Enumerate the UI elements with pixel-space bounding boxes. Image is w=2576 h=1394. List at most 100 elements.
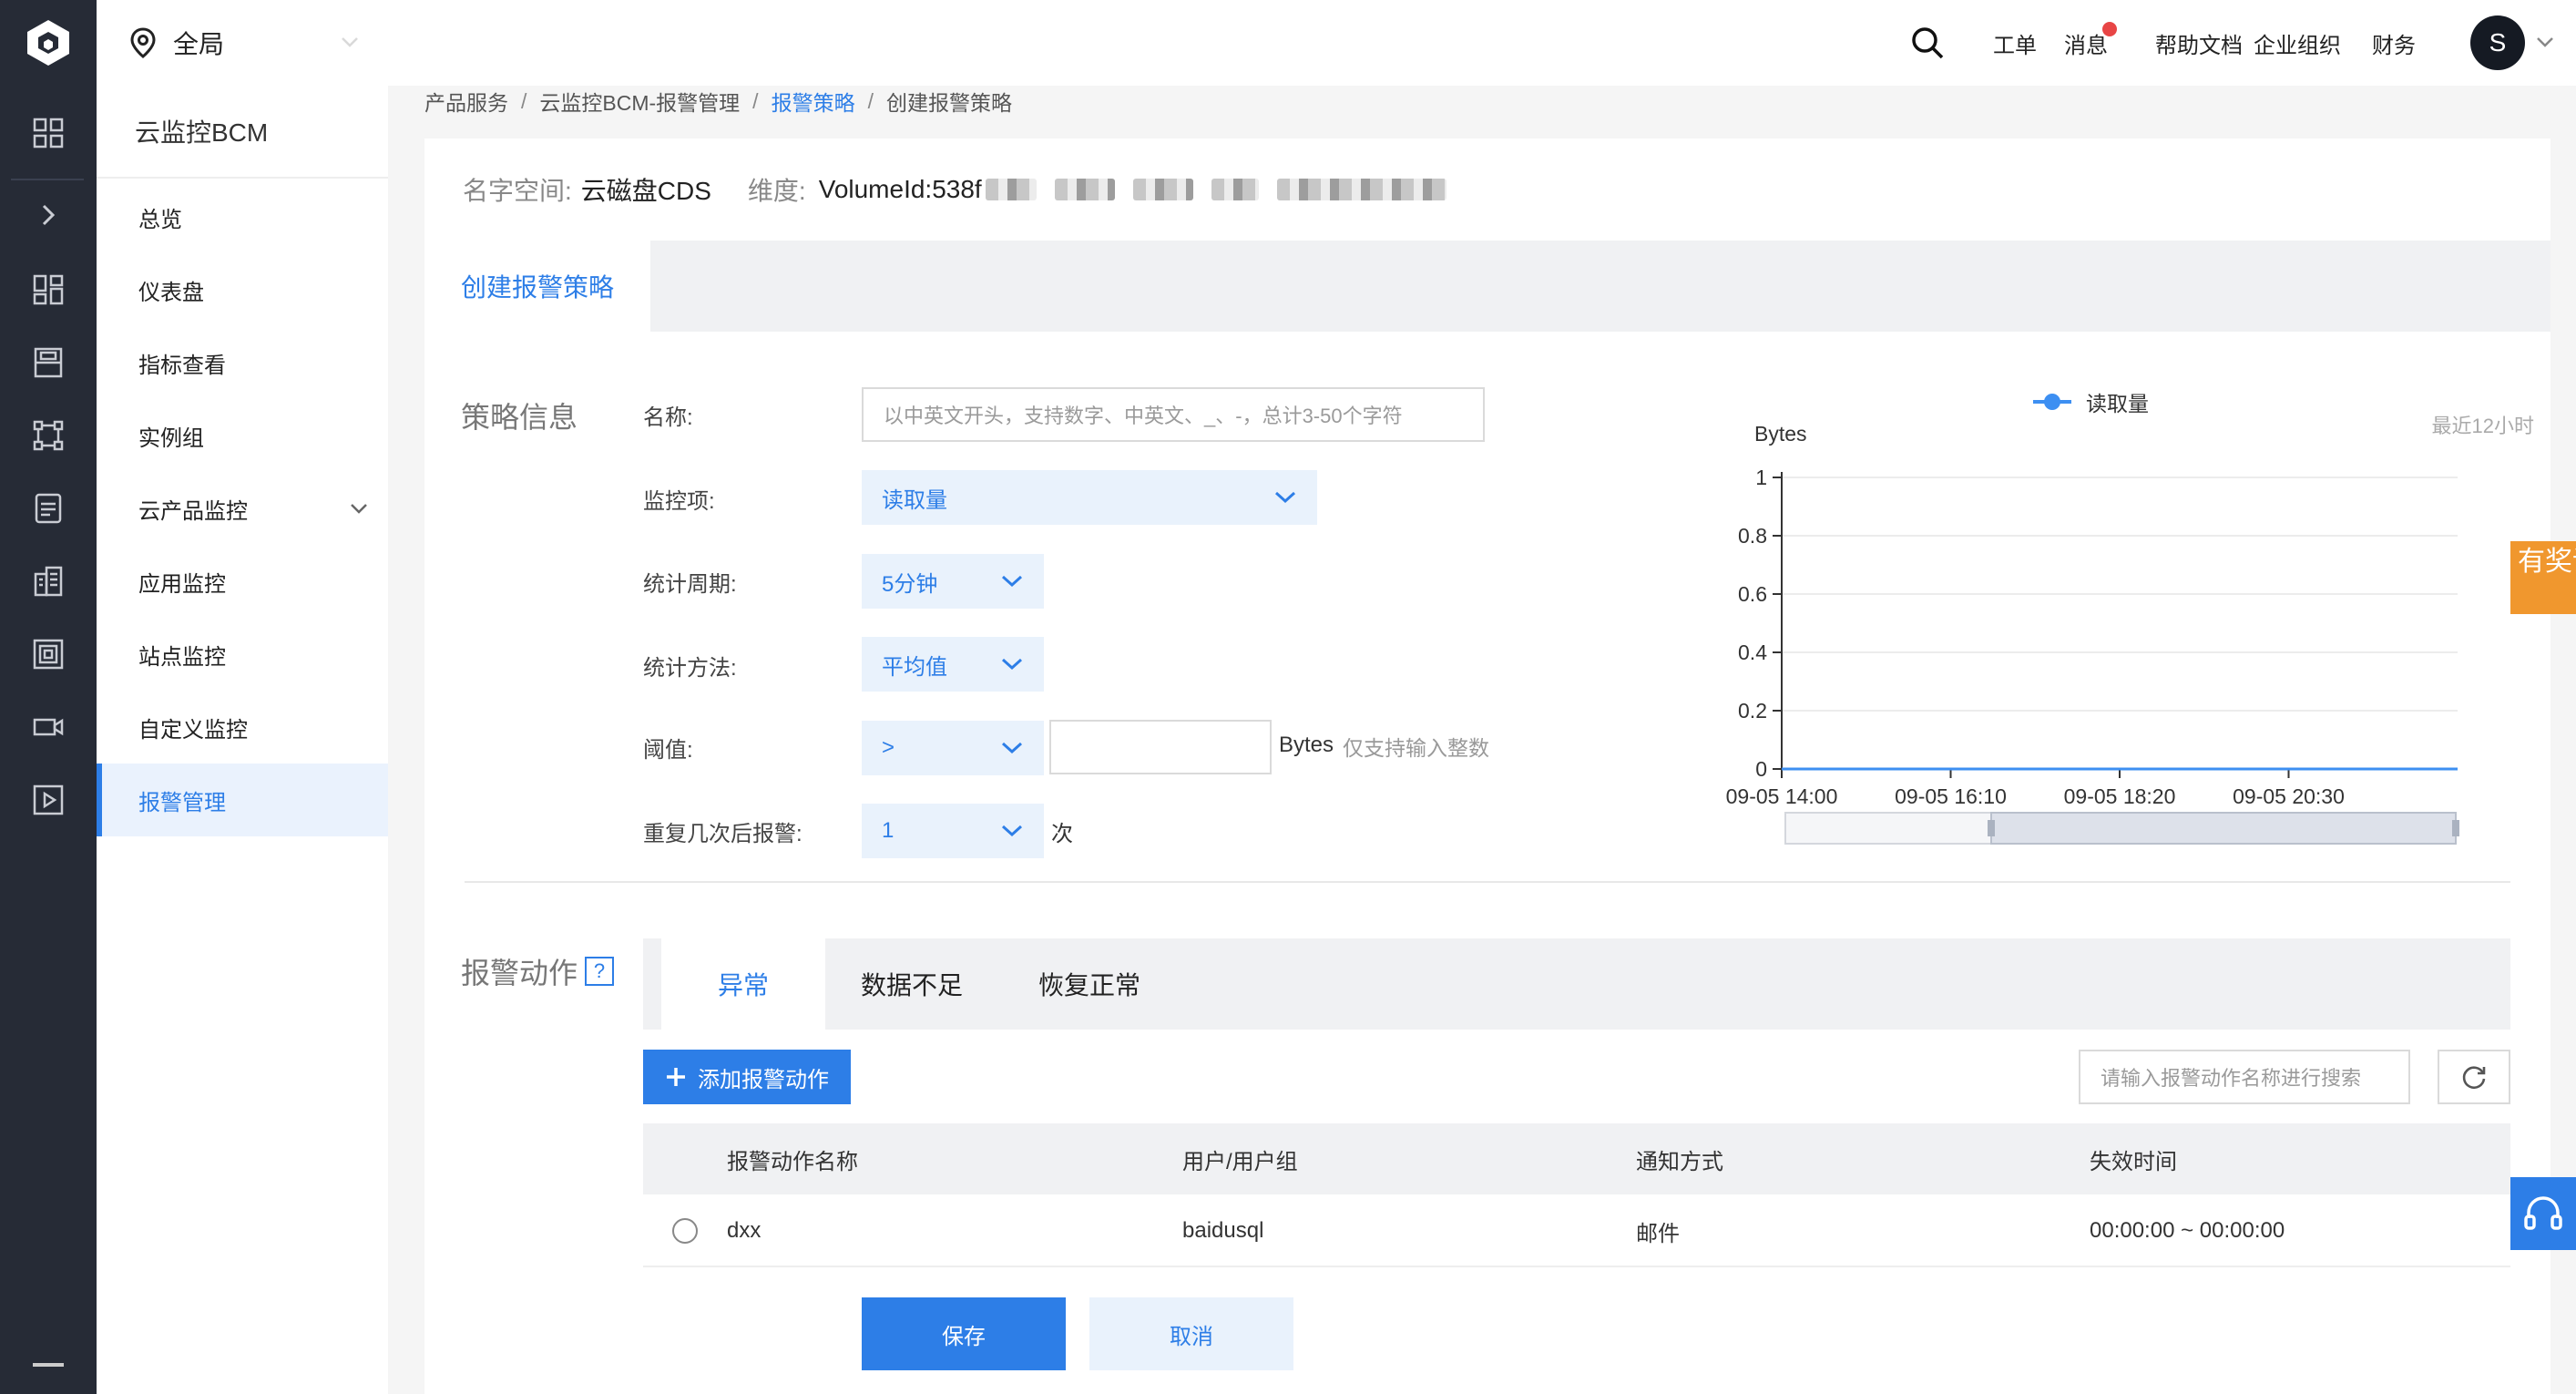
nav-item-label: 报警管理 xyxy=(138,790,226,815)
region-selector[interactable]: 全局 xyxy=(129,0,358,86)
rail-bottom-handle xyxy=(33,1363,64,1367)
redacted-text xyxy=(1211,179,1259,200)
threshold-unit: Bytes xyxy=(1279,733,1334,757)
y-tick-label: 0.4 xyxy=(1738,641,1767,664)
nav-item-metrics[interactable]: 指标查看 xyxy=(97,326,388,399)
instance-info: 名字空间: 云磁盘CDS 维度: VolumeId:538f xyxy=(424,138,2550,241)
chevron-down-icon xyxy=(1001,742,1023,754)
avatar: S xyxy=(2470,15,2525,70)
nav-item-alarm-management[interactable]: 报警管理 xyxy=(97,764,388,836)
nav-item-instance-group[interactable]: 实例组 xyxy=(97,399,388,472)
breadcrumb: 产品服务 / 云监控BCM-报警管理 / 报警策略 / 创建报警策略 xyxy=(424,86,1012,117)
row-radio[interactable] xyxy=(672,1218,698,1244)
metric-chart: 读取量 最近12小时 0 0.2 0.4 0.6 0.8 1 09-05 14:00 09-… xyxy=(1700,377,2538,860)
breadcrumb-item[interactable]: 云监控BCM-报警管理 xyxy=(539,86,740,117)
nav-item-cloud-product[interactable]: 云产品监控 xyxy=(97,472,388,545)
threshold-label: 阈值: xyxy=(643,738,693,763)
threshold-input[interactable] xyxy=(1049,720,1272,774)
table-row[interactable]: dxx baidusql 邮件 00:00:00 ~ 00:00:00 xyxy=(643,1194,2510,1267)
global-rail xyxy=(0,0,97,1394)
metric-label: 监控项: xyxy=(643,489,715,514)
customer-support-button[interactable] xyxy=(2510,1177,2576,1250)
ticket-link[interactable]: 工单 xyxy=(1993,0,2037,86)
storage-icon[interactable] xyxy=(0,335,97,390)
breadcrumb-item[interactable]: 报警策略 xyxy=(772,86,855,117)
breadcrumb-separator: / xyxy=(521,88,527,113)
monitor-frame-icon[interactable] xyxy=(0,627,97,682)
repeat-select[interactable]: 1 xyxy=(862,804,1044,858)
y-tick-label: 0.8 xyxy=(1738,524,1767,548)
help-icon[interactable]: ? xyxy=(585,957,614,986)
nav-item-label: 总览 xyxy=(138,207,182,232)
action-search-input[interactable]: 请输入报警动作名称进行搜索 xyxy=(2079,1050,2410,1104)
breadcrumb-separator: / xyxy=(867,88,874,113)
period-select[interactable]: 5分钟 xyxy=(862,554,1044,609)
zoom-window xyxy=(1990,812,2457,845)
nav-item-site-monitor[interactable]: 站点监控 xyxy=(97,618,388,691)
namespace-label: 名字空间: xyxy=(463,177,572,205)
region-label: 全局 xyxy=(173,30,225,58)
nav-item-overview[interactable]: 总览 xyxy=(97,180,388,253)
nav-item-app-monitor[interactable]: 应用监控 xyxy=(97,545,388,618)
cloud-logo-icon[interactable] xyxy=(18,13,78,73)
tab-create-policy[interactable]: 创建报警策略 xyxy=(424,241,650,332)
x-tick-label: 09-05 20:30 xyxy=(2233,784,2345,808)
tab-insufficient-data[interactable]: 数据不足 xyxy=(825,938,998,1030)
repeat-unit: 次 xyxy=(1051,822,1073,846)
messages-link[interactable]: 消息 xyxy=(2064,0,2117,86)
threshold-operator-select[interactable]: > xyxy=(862,721,1044,775)
expire-cell: 00:00:00 ~ 00:00:00 xyxy=(2090,1218,2285,1243)
rail-divider xyxy=(11,179,84,180)
add-action-button[interactable]: 添加报警动作 xyxy=(643,1050,851,1104)
chart-x-axis: 09-05 14:00 09-05 16:10 09-05 18:20 09-05 2… xyxy=(1726,768,2458,808)
search-icon[interactable] xyxy=(1909,0,1946,86)
threshold-hint: 仅支持输入整数 xyxy=(1343,736,1489,760)
all-products-icon[interactable] xyxy=(0,106,97,160)
chart-zoom-slider xyxy=(1784,812,2459,845)
billing-link[interactable]: 财务 xyxy=(2372,0,2416,86)
name-placeholder: 以中英文开头，支持数字、中英文、_、-，总计3-50个字符 xyxy=(884,405,1403,427)
media-play-icon[interactable] xyxy=(0,773,97,827)
expand-chevron-icon[interactable] xyxy=(0,188,97,242)
period-value: 5分钟 xyxy=(882,571,938,597)
name-label: 名称: xyxy=(643,405,693,430)
nav-item-dashboard[interactable]: 仪表盘 xyxy=(97,253,388,326)
name-input[interactable]: 以中英文开头，支持数字、中英文、_、-，总计3-50个字符 xyxy=(862,387,1485,442)
breadcrumb-current: 创建报警策略 xyxy=(885,91,1012,115)
video-icon[interactable] xyxy=(0,700,97,754)
dashboard-icon[interactable] xyxy=(0,262,97,317)
breadcrumb-item[interactable]: 产品服务 xyxy=(424,86,508,117)
chevron-down-icon xyxy=(342,37,358,47)
building-icon[interactable] xyxy=(0,554,97,609)
chevron-down-icon xyxy=(1001,825,1023,837)
nav-item-label: 仪表盘 xyxy=(138,280,204,305)
column-header: 用户/用户组 xyxy=(1182,1149,1298,1174)
organization-link[interactable]: 企业组织 xyxy=(2254,0,2341,86)
survey-widget[interactable]: 有奖调研 xyxy=(2510,541,2576,614)
notify-cell: 邮件 xyxy=(1636,1221,1680,1246)
search-placeholder: 请输入报警动作名称进行搜索 xyxy=(2101,1067,2362,1090)
chart-y-axis: 0 0.2 0.4 0.6 0.8 1 xyxy=(1738,466,1783,781)
y-tick-label: 1 xyxy=(1755,466,1767,489)
cancel-button[interactable]: 取消 xyxy=(1089,1297,1293,1370)
help-docs-link[interactable]: 帮助文档 xyxy=(2155,0,2243,86)
chevron-down-icon xyxy=(1274,491,1296,504)
nav-title: 云监控BCM xyxy=(97,86,388,179)
metric-select[interactable]: 读取量 xyxy=(862,470,1317,525)
refresh-button[interactable] xyxy=(2438,1050,2510,1104)
action-tabs: 异常 数据不足 恢复正常 xyxy=(643,938,2510,1030)
user-menu[interactable]: S xyxy=(2470,0,2525,86)
network-icon[interactable] xyxy=(0,408,97,463)
nav-item-label: 应用监控 xyxy=(138,571,226,597)
section-divider xyxy=(465,881,2510,883)
user-menu-chevron-icon[interactable] xyxy=(2536,0,2554,86)
method-select[interactable]: 平均值 xyxy=(862,637,1044,692)
database-icon[interactable] xyxy=(0,481,97,536)
tab-recovered[interactable]: 恢复正常 xyxy=(998,938,1181,1030)
nav-item-custom-monitor[interactable]: 自定义监控 xyxy=(97,691,388,764)
save-button[interactable]: 保存 xyxy=(862,1297,1066,1370)
chevron-down-icon xyxy=(1001,658,1023,671)
y-tick-label: 0.2 xyxy=(1738,699,1767,723)
chart-y-label: Bytes xyxy=(1754,422,1807,446)
tab-abnormal[interactable]: 异常 xyxy=(661,938,825,1030)
